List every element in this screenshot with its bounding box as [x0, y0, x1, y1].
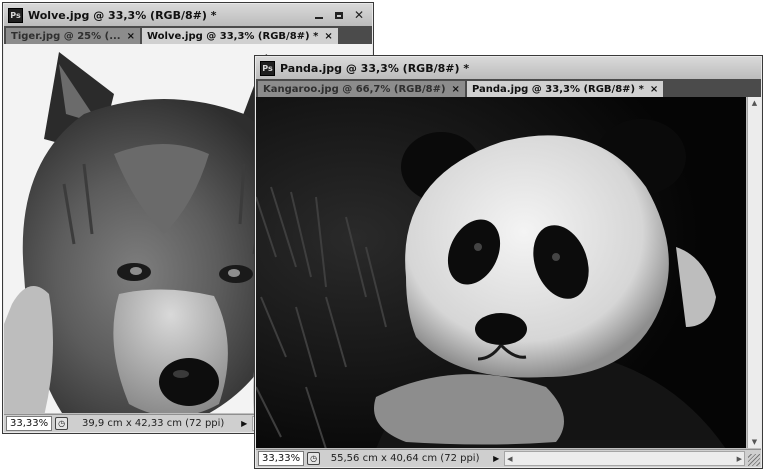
- panda-status-bar: 33,33% ◷ 55,56 cm x 40,64 cm (72 ppi) ▶ …: [256, 449, 761, 467]
- panda-photo: [256, 97, 746, 448]
- status-menu-arrow-icon[interactable]: ▶: [238, 416, 250, 431]
- tab-close-icon[interactable]: ×: [650, 84, 658, 95]
- tab-label: Panda.jpg @ 33,3% (RGB/8#) *: [471, 83, 644, 95]
- wolf-window-title: Wolve.jpg @ 33,3% (RGB/8#) *: [28, 8, 217, 22]
- scroll-left-icon[interactable]: ◀: [507, 455, 512, 463]
- document-info-icon[interactable]: ◷: [55, 417, 69, 430]
- tab-label: Kangaroo.jpg @ 66,7% (RGB/8#): [263, 83, 446, 95]
- panda-document-window[interactable]: Ps Panda.jpg @ 33,3% (RGB/8#) * Kangaroo…: [254, 55, 763, 469]
- vertical-scrollbar[interactable]: ▲ ▼: [747, 97, 761, 448]
- minimize-button[interactable]: [310, 7, 328, 23]
- document-info-icon[interactable]: ◷: [307, 452, 321, 465]
- scroll-right-icon[interactable]: ▶: [737, 455, 742, 463]
- maximize-button[interactable]: [330, 7, 348, 23]
- photoshop-app-icon: Ps: [260, 60, 275, 76]
- panda-tab-bar: Kangaroo.jpg @ 66,7% (RGB/8#) × Panda.jp…: [256, 79, 761, 97]
- tab-label: Wolve.jpg @ 33,3% (RGB/8#) *: [146, 30, 319, 42]
- tab-close-icon[interactable]: ×: [127, 31, 135, 42]
- status-menu-arrow-icon[interactable]: ▶: [490, 451, 502, 466]
- close-button[interactable]: ✕: [350, 7, 368, 23]
- resize-grip-icon[interactable]: [748, 454, 760, 466]
- wolf-window-titlebar[interactable]: Ps Wolve.jpg @ 33,3% (RGB/8#) * ✕: [4, 4, 372, 26]
- photoshop-app-icon: Ps: [8, 7, 23, 23]
- tab-label: Tiger.jpg @ 25% (...: [11, 30, 121, 42]
- tab-kangaroo[interactable]: Kangaroo.jpg @ 66,7% (RGB/8#) ×: [258, 81, 465, 97]
- tab-wolve[interactable]: Wolve.jpg @ 33,3% (RGB/8#) * ×: [141, 28, 338, 44]
- zoom-level-field[interactable]: 33,33%: [258, 451, 305, 466]
- zoom-level-field[interactable]: 33,33%: [6, 416, 53, 431]
- tab-close-icon[interactable]: ×: [452, 84, 460, 95]
- tab-tiger[interactable]: Tiger.jpg @ 25% (... ×: [6, 28, 140, 44]
- panda-window-titlebar[interactable]: Ps Panda.jpg @ 33,3% (RGB/8#) *: [256, 57, 761, 79]
- horizontal-scrollbar[interactable]: ◀ ▶: [504, 451, 745, 466]
- tab-close-icon[interactable]: ×: [324, 31, 332, 42]
- panda-image-canvas[interactable]: [256, 97, 746, 448]
- panda-window-title: Panda.jpg @ 33,3% (RGB/8#) *: [280, 61, 470, 75]
- document-dimensions: 55,56 cm x 40,64 cm (72 ppi): [330, 453, 480, 464]
- tab-panda[interactable]: Panda.jpg @ 33,3% (RGB/8#) * ×: [466, 81, 664, 97]
- document-dimensions: 39,9 cm x 42,33 cm (72 ppi): [81, 418, 225, 429]
- scroll-down-icon[interactable]: ▼: [752, 438, 757, 446]
- scroll-up-icon[interactable]: ▲: [752, 99, 757, 107]
- wolf-tab-bar: Tiger.jpg @ 25% (... × Wolve.jpg @ 33,3%…: [4, 26, 372, 44]
